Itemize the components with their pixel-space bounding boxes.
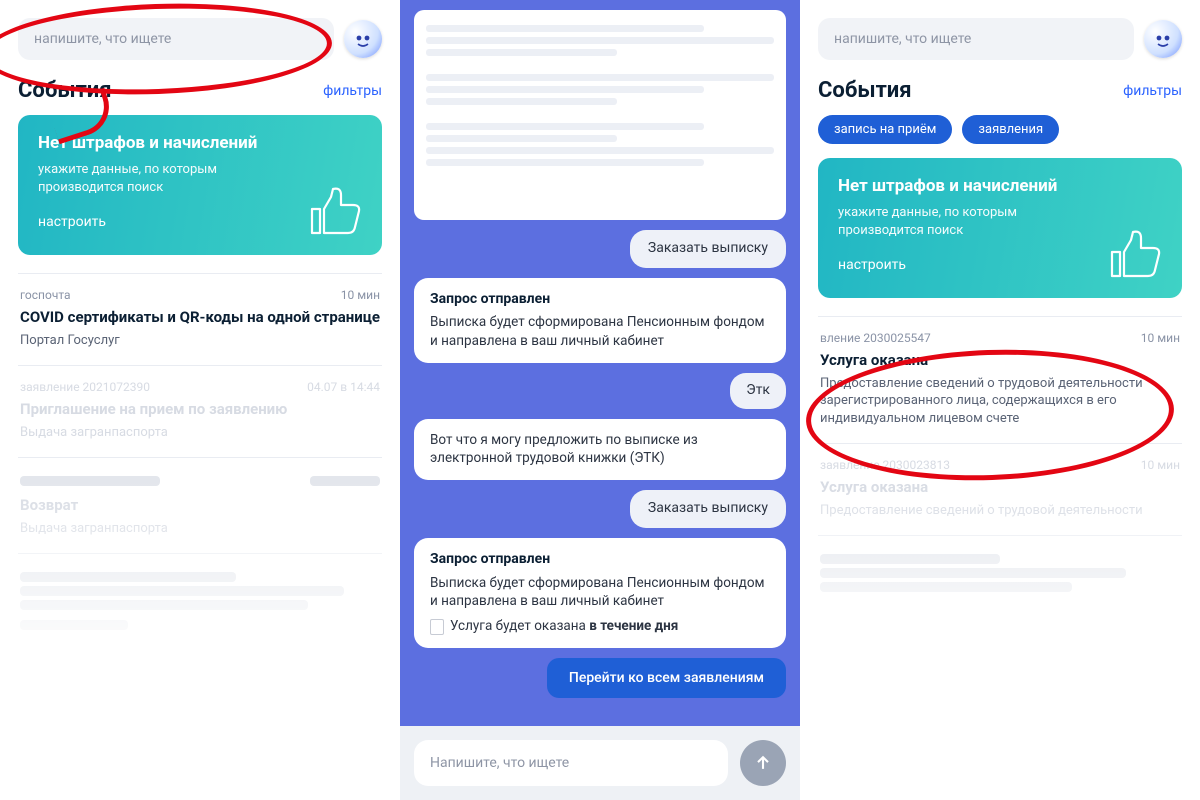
- section-header: События фильтры: [818, 78, 1182, 103]
- card-body: Предоставление сведений о трудовой деяте…: [820, 502, 1180, 520]
- card-time: 10 мин: [1141, 331, 1180, 345]
- chip-applications[interactable]: заявления: [962, 115, 1059, 144]
- card-tag: вление 2030025547: [820, 331, 931, 345]
- section-title: События: [18, 78, 112, 103]
- arrow-up-icon: [753, 753, 773, 773]
- search-row: напишите, что ищете: [18, 18, 382, 60]
- section-title: События: [818, 78, 912, 103]
- bubble-extra-prefix: Услуга будет оказана: [450, 618, 589, 634]
- panel-chat: Заказать выписку Запрос отправлен Выписк…: [400, 0, 800, 800]
- panel-events-right: напишите, что ищете События фильтры запи…: [800, 0, 1200, 800]
- card-tag: заявление 2021072390: [20, 380, 150, 394]
- feed-card-faded: заявление 2030023813 10 мин Услуга оказа…: [818, 443, 1182, 535]
- bubble-body: Выписка будет сформирована Пенсионным фо…: [430, 574, 770, 612]
- panel-events-left: напишите, что ищете События фильтры Нет …: [0, 0, 400, 800]
- filters-link[interactable]: фильтры: [1123, 83, 1182, 99]
- section-header: События фильтры: [18, 78, 382, 103]
- bubble-extra-bold: в течение дня: [589, 618, 678, 634]
- search-input[interactable]: напишите, что ищете: [818, 18, 1134, 60]
- chip-appointment[interactable]: запись на приём: [818, 115, 952, 144]
- document-preview[interactable]: [414, 10, 786, 220]
- user-message-order-2[interactable]: Заказать выписку: [630, 490, 786, 528]
- chat-input[interactable]: Напишите, что ищете: [414, 740, 728, 786]
- feed-card-service-done[interactable]: вление 2030025547 10 мин Услуга оказана …: [818, 316, 1182, 443]
- feed-card-faded: Возврат Выдача загранпаспорта: [18, 457, 382, 553]
- card-title: Приглашение на прием по заявлению: [20, 400, 380, 420]
- chat-scroll[interactable]: Заказать выписку Запрос отправлен Выписк…: [400, 0, 800, 726]
- card-title: Возврат: [20, 496, 380, 516]
- card-tag: заявление 2030023813: [820, 458, 950, 472]
- user-message-order[interactable]: Заказать выписку: [630, 230, 786, 268]
- card-tag: госпочта: [20, 288, 71, 302]
- card-time: 10 мин: [1141, 458, 1180, 472]
- feed-card-faded: заявление 2021072390 04.07 в 14:44 Пригл…: [18, 365, 382, 457]
- hero-subtitle: укажите данные, по которым производится …: [838, 204, 1068, 239]
- chat-input-row: Напишите, что ищете: [400, 726, 800, 800]
- filters-link[interactable]: фильтры: [323, 83, 382, 99]
- bubble-body: Выписка будет сформирована Пенсионным фо…: [430, 313, 770, 351]
- card-source: Портал Госуслуг: [20, 332, 380, 350]
- hero-configure-link[interactable]: настроить: [38, 214, 106, 230]
- card-time: 10 мин: [341, 288, 380, 302]
- hero-configure-link[interactable]: настроить: [838, 257, 906, 273]
- card-source: Выдача загранпаспорта: [20, 424, 380, 442]
- search-placeholder: напишите, что ищете: [34, 31, 171, 47]
- search-placeholder: напишите, что ищете: [834, 31, 971, 47]
- assistant-avatar-icon[interactable]: [1144, 20, 1182, 58]
- all-applications-button[interactable]: Перейти ко всем заявлениям: [547, 658, 786, 698]
- hero-card[interactable]: Нет штрафов и начислений укажите данные,…: [818, 158, 1182, 298]
- hero-card[interactable]: Нет штрафов и начислений укажите данные,…: [18, 115, 382, 255]
- card-title: COVID сертификаты и QR-коды на одной стр…: [20, 308, 380, 328]
- feed-card-faded: [818, 535, 1182, 612]
- card-title: Услуга оказана: [820, 478, 1180, 498]
- feed-card-faded: [18, 553, 382, 650]
- bubble-title: Запрос отправлен: [430, 290, 770, 310]
- hero-title: Нет штрафов и начислений: [38, 133, 362, 153]
- bot-message-sent: Запрос отправлен Выписка будет сформиров…: [414, 278, 786, 363]
- feed-card[interactable]: госпочта 10 мин COVID сертификаты и QR-к…: [18, 273, 382, 365]
- chat-input-placeholder: Напишите, что ищете: [430, 755, 569, 771]
- user-message-etk[interactable]: Этк: [730, 373, 786, 409]
- card-source: Выдача загранпаспорта: [20, 520, 380, 538]
- hero-subtitle: укажите данные, по которым производится …: [38, 161, 268, 196]
- doc-icon: [430, 619, 444, 635]
- bubble-title: Запрос отправлен: [430, 550, 770, 570]
- card-title: Услуга оказана: [820, 351, 1180, 371]
- card-time: 04.07 в 14:44: [307, 380, 380, 394]
- filter-chips: запись на приём заявления: [818, 115, 1182, 144]
- hero-title: Нет штрафов и начислений: [838, 176, 1162, 196]
- card-body: Предоставление сведений о трудовой деяте…: [820, 375, 1180, 428]
- send-button[interactable]: [740, 740, 786, 786]
- bot-message-sent-2: Запрос отправлен Выписка будет сформиров…: [414, 538, 786, 648]
- bot-message-etk-offer: Вот что я могу предложить по выписке из …: [414, 419, 786, 481]
- thumbs-up-icon: [1104, 222, 1168, 286]
- search-row: напишите, что ищете: [818, 18, 1182, 60]
- search-input[interactable]: напишите, что ищете: [18, 18, 334, 60]
- thumbs-up-icon: [304, 179, 368, 243]
- assistant-avatar-icon[interactable]: [344, 20, 382, 58]
